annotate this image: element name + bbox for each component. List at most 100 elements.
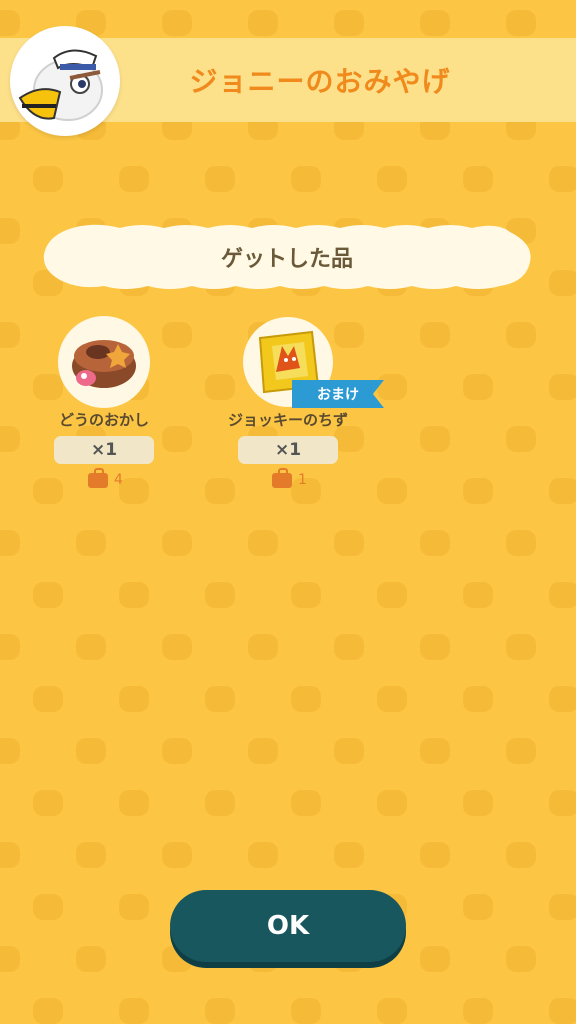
pattern-shape [463,582,493,608]
page-title: ジョニーのおみやげ [189,65,451,98]
pattern-shape [420,842,450,868]
pattern-shape [33,894,63,920]
pattern-shape [33,478,63,504]
pattern-shape [0,738,20,764]
pattern-shape [463,790,493,816]
pattern-shape [334,738,364,764]
pattern-shape [291,582,321,608]
pattern-shape [506,946,536,972]
pattern-shape [420,738,450,764]
pattern-shape [0,634,20,660]
pattern-shape [205,478,235,504]
pattern-shape [377,686,407,712]
pattern-shape [549,478,576,504]
pattern-shape [291,790,321,816]
pattern-shape [248,842,278,868]
pattern-shape [549,790,576,816]
pattern-shape [549,166,576,192]
pattern-shape [506,738,536,764]
background-pattern [0,0,576,1024]
pattern-shape [377,374,407,400]
pattern-shape [506,426,536,452]
pattern-shape [506,530,536,556]
pattern-shape [334,634,364,660]
bonus-badge: おまけ [292,380,384,408]
pattern-shape [33,998,63,1024]
pattern-shape [0,218,20,244]
pattern-shape [506,10,536,36]
ok-button[interactable]: OK [170,890,406,962]
pattern-shape [549,894,576,920]
pattern-shape [162,634,192,660]
pattern-shape [377,478,407,504]
pattern-shape [420,530,450,556]
bag-icon [88,467,108,488]
pattern-shape [377,582,407,608]
pattern-shape [334,10,364,36]
pattern-shape [334,322,364,348]
seagull-icon [18,49,103,121]
owned-count-value: 4 [114,472,123,488]
pattern-shape [0,946,20,972]
pattern-shape [76,530,106,556]
pattern-shape [76,738,106,764]
item-thumbnail [58,316,150,408]
pattern-shape [33,166,63,192]
pattern-shape [205,790,235,816]
pattern-shape [119,790,149,816]
pattern-shape [248,530,278,556]
pattern-shape [291,166,321,192]
pattern-shape [248,738,278,764]
pattern-shape [119,166,149,192]
owned-count-value: 1 [298,472,307,488]
pattern-shape [420,946,450,972]
pattern-shape [506,842,536,868]
pattern-shape [377,790,407,816]
pattern-shape [33,686,63,712]
pattern-shape [33,582,63,608]
pattern-shape [205,166,235,192]
pattern-shape [162,530,192,556]
pattern-shape [463,478,493,504]
pattern-shape [420,426,450,452]
pattern-shape [420,634,450,660]
pattern-shape [463,166,493,192]
pattern-shape [420,322,450,348]
pattern-shape [205,998,235,1024]
pattern-shape [377,166,407,192]
pattern-shape [549,270,576,296]
sweets-box-icon [72,340,136,388]
pattern-shape [162,322,192,348]
johnny-avatar [10,26,120,136]
pattern-shape [119,686,149,712]
pattern-shape [205,686,235,712]
pattern-shape [119,894,149,920]
pattern-shape [549,374,576,400]
pattern-shape [463,998,493,1024]
pattern-shape [76,946,106,972]
pattern-shape [377,998,407,1024]
item-name: ジョッキーのちず [227,411,348,429]
quantity-pill: ×1 [238,436,338,464]
pattern-shape [119,582,149,608]
pattern-shape [119,478,149,504]
pattern-shape [420,10,450,36]
pattern-shape [0,842,20,868]
quantity-pill: ×1 [54,436,154,464]
pattern-shape [33,790,63,816]
section-banner: ゲットした品 [40,222,534,292]
pattern-shape [162,842,192,868]
pattern-shape [506,634,536,660]
pattern-shape [291,998,321,1024]
section-title: ゲットした品 [220,247,353,272]
pattern-shape [549,998,576,1024]
pattern-shape [76,634,106,660]
pattern-shape [162,10,192,36]
pattern-shape [119,998,149,1024]
pattern-shape [0,530,20,556]
pattern-shape [205,374,235,400]
pattern-shape [248,634,278,660]
pattern-shape [549,582,576,608]
pattern-shape [549,686,576,712]
pattern-shape [506,322,536,348]
